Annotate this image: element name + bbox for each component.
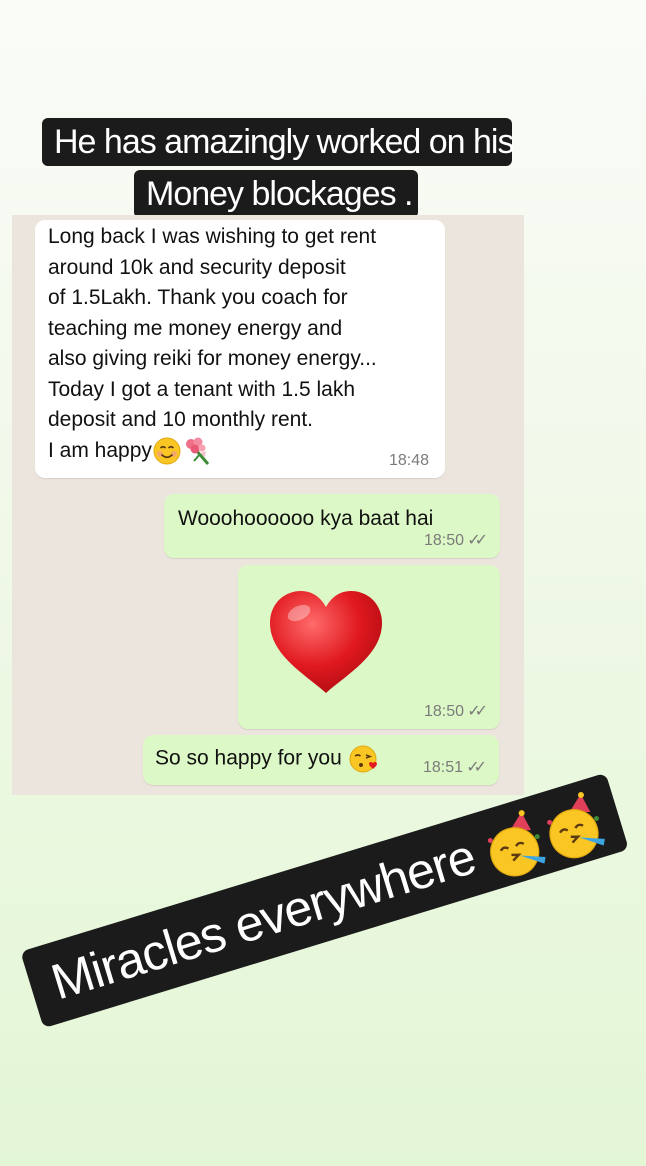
outgoing-message: Wooohoooooo kya baat hai 18:50 ✓✓: [164, 494, 500, 558]
story-caption-line-2: Money blockages .: [134, 170, 418, 218]
incoming-message: Long back I was wishing to get rent arou…: [35, 220, 445, 478]
message-time: 18:51: [422, 759, 463, 776]
story-caption-line-1: He has amazingly worked on his: [42, 118, 514, 166]
miracles-banner: Miracles everywhere: [20, 772, 629, 1029]
message-time: 18:50: [423, 703, 464, 720]
smiling-face-emoji: [153, 437, 181, 465]
double-check-icon: ✓✓: [467, 703, 488, 720]
chat-screenshot: Long back I was wishing to get rent arou…: [12, 215, 524, 795]
double-check-icon: ✓✓: [467, 532, 488, 549]
message-text: Long back I was wishing to get rent arou…: [48, 222, 377, 466]
message-time: 18:50: [423, 532, 464, 549]
bouquet-emoji: [185, 437, 210, 465]
outgoing-heart-message: 18:50 ✓✓: [238, 565, 500, 729]
red-heart-emoji: [270, 591, 382, 693]
face-blowing-kiss-emoji: [349, 745, 377, 773]
banner-text: Miracles everywhere: [44, 828, 482, 1011]
message-time: 18:48: [388, 452, 429, 469]
message-text: So so happy for you: [155, 743, 380, 775]
outgoing-message: So so happy for you 18:51 ✓✓: [143, 735, 499, 785]
message-text: Wooohoooooo kya baat hai: [178, 507, 434, 530]
double-check-icon: ✓✓: [466, 759, 487, 776]
